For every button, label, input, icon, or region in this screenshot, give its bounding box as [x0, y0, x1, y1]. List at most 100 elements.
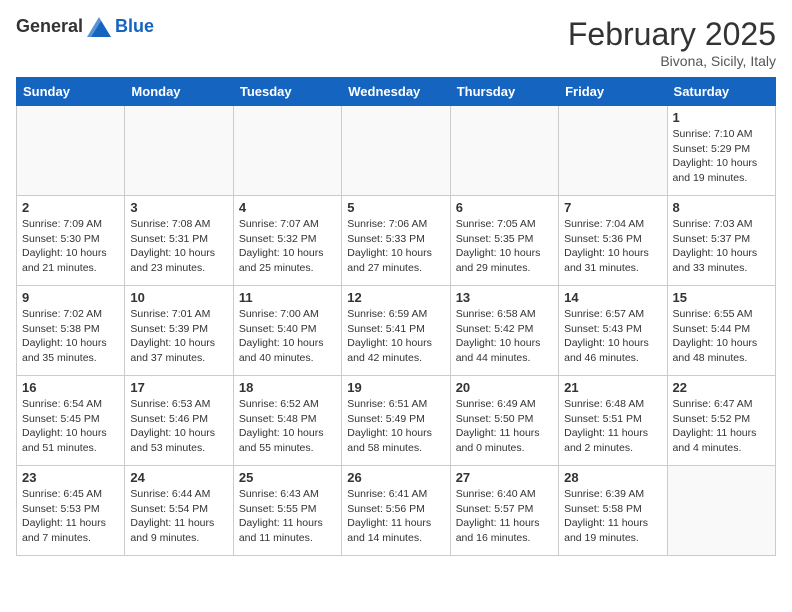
calendar-cell: 9 Sunrise: 7:02 AMSunset: 5:38 PMDaylight…	[17, 286, 125, 376]
day-number: 21	[564, 380, 661, 395]
day-info: Sunrise: 6:44 AMSunset: 5:54 PMDaylight:…	[130, 487, 227, 546]
day-info: Sunrise: 6:45 AMSunset: 5:53 PMDaylight:…	[22, 487, 119, 546]
week-row-3: 9 Sunrise: 7:02 AMSunset: 5:38 PMDaylight…	[17, 286, 776, 376]
logo: General Blue	[16, 16, 154, 37]
day-number: 27	[456, 470, 553, 485]
day-number: 14	[564, 290, 661, 305]
week-row-4: 16 Sunrise: 6:54 AMSunset: 5:45 PMDayligh…	[17, 376, 776, 466]
day-number: 24	[130, 470, 227, 485]
calendar-cell	[125, 106, 233, 196]
day-info: Sunrise: 7:01 AMSunset: 5:39 PMDaylight:…	[130, 307, 227, 366]
calendar-cell: 17 Sunrise: 6:53 AMSunset: 5:46 PMDayligh…	[125, 376, 233, 466]
calendar-cell: 13 Sunrise: 6:58 AMSunset: 5:42 PMDayligh…	[450, 286, 558, 376]
day-number: 1	[673, 110, 770, 125]
day-info: Sunrise: 7:05 AMSunset: 5:35 PMDaylight:…	[456, 217, 553, 276]
calendar-cell: 18Sunrise: 6:52 AMSunset: 5:48 PMDayligh…	[233, 376, 341, 466]
calendar-cell: 12Sunrise: 6:59 AMSunset: 5:41 PMDayligh…	[342, 286, 450, 376]
day-info: Sunrise: 6:53 AMSunset: 5:46 PMDaylight:…	[130, 397, 227, 456]
day-info: Sunrise: 6:51 AMSunset: 5:49 PMDaylight:…	[347, 397, 444, 456]
header-row: SundayMondayTuesdayWednesdayThursdayFrid…	[17, 78, 776, 106]
calendar-cell: 3 Sunrise: 7:08 AMSunset: 5:31 PMDaylight…	[125, 196, 233, 286]
day-number: 7	[564, 200, 661, 215]
day-info: Sunrise: 6:43 AMSunset: 5:55 PMDaylight:…	[239, 487, 336, 546]
calendar-cell: 2 Sunrise: 7:09 AMSunset: 5:30 PMDaylight…	[17, 196, 125, 286]
day-number: 13	[456, 290, 553, 305]
day-info: Sunrise: 7:04 AMSunset: 5:36 PMDaylight:…	[564, 217, 661, 276]
column-header-saturday: Saturday	[667, 78, 775, 106]
day-number: 19	[347, 380, 444, 395]
day-number: 11	[239, 290, 336, 305]
day-number: 3	[130, 200, 227, 215]
day-number: 10	[130, 290, 227, 305]
calendar-cell: 7 Sunrise: 7:04 AMSunset: 5:36 PMDaylight…	[559, 196, 667, 286]
day-info: Sunrise: 6:59 AMSunset: 5:41 PMDaylight:…	[347, 307, 444, 366]
column-header-thursday: Thursday	[450, 78, 558, 106]
day-number: 22	[673, 380, 770, 395]
day-number: 26	[347, 470, 444, 485]
day-number: 28	[564, 470, 661, 485]
calendar-cell: 27Sunrise: 6:40 AMSunset: 5:57 PMDayligh…	[450, 466, 558, 556]
calendar-cell: 22 Sunrise: 6:47 AMSunset: 5:52 PMDayligh…	[667, 376, 775, 466]
week-row-2: 2 Sunrise: 7:09 AMSunset: 5:30 PMDaylight…	[17, 196, 776, 286]
calendar-cell: 15Sunrise: 6:55 AMSunset: 5:44 PMDayligh…	[667, 286, 775, 376]
day-number: 25	[239, 470, 336, 485]
calendar-cell: 1 Sunrise: 7:10 AMSunset: 5:29 PMDaylight…	[667, 106, 775, 196]
calendar-cell: 10 Sunrise: 7:01 AMSunset: 5:39 PMDayligh…	[125, 286, 233, 376]
logo-icon	[87, 17, 111, 37]
day-number: 4	[239, 200, 336, 215]
calendar-cell	[559, 106, 667, 196]
day-info: Sunrise: 7:09 AMSunset: 5:30 PMDaylight:…	[22, 217, 119, 276]
day-info: Sunrise: 6:39 AMSunset: 5:58 PMDaylight:…	[564, 487, 661, 546]
day-info: Sunrise: 6:47 AMSunset: 5:52 PMDaylight:…	[673, 397, 770, 456]
week-row-5: 23 Sunrise: 6:45 AMSunset: 5:53 PMDayligh…	[17, 466, 776, 556]
day-info: Sunrise: 6:54 AMSunset: 5:45 PMDaylight:…	[22, 397, 119, 456]
day-info: Sunrise: 7:06 AMSunset: 5:33 PMDaylight:…	[347, 217, 444, 276]
column-header-friday: Friday	[559, 78, 667, 106]
page-header: General Blue February 2025 Bivona, Sicil…	[16, 16, 776, 69]
calendar-cell: 20Sunrise: 6:49 AMSunset: 5:50 PMDayligh…	[450, 376, 558, 466]
day-info: Sunrise: 7:03 AMSunset: 5:37 PMDaylight:…	[673, 217, 770, 276]
calendar-cell: 6 Sunrise: 7:05 AMSunset: 5:35 PMDaylight…	[450, 196, 558, 286]
day-info: Sunrise: 7:02 AMSunset: 5:38 PMDaylight:…	[22, 307, 119, 366]
day-number: 6	[456, 200, 553, 215]
day-number: 2	[22, 200, 119, 215]
calendar-cell: 23 Sunrise: 6:45 AMSunset: 5:53 PMDayligh…	[17, 466, 125, 556]
day-info: Sunrise: 6:49 AMSunset: 5:50 PMDaylight:…	[456, 397, 553, 456]
calendar-cell	[667, 466, 775, 556]
column-header-monday: Monday	[125, 78, 233, 106]
location: Bivona, Sicily, Italy	[568, 53, 776, 69]
logo-blue: Blue	[115, 16, 154, 37]
day-info: Sunrise: 7:07 AMSunset: 5:32 PMDaylight:…	[239, 217, 336, 276]
day-info: Sunrise: 6:41 AMSunset: 5:56 PMDaylight:…	[347, 487, 444, 546]
calendar-cell: 14 Sunrise: 6:57 AMSunset: 5:43 PMDayligh…	[559, 286, 667, 376]
calendar-cell: 4 Sunrise: 7:07 AMSunset: 5:32 PMDaylight…	[233, 196, 341, 286]
calendar-cell: 19 Sunrise: 6:51 AMSunset: 5:49 PMDayligh…	[342, 376, 450, 466]
calendar-cell	[233, 106, 341, 196]
calendar-cell	[342, 106, 450, 196]
calendar-cell: 16 Sunrise: 6:54 AMSunset: 5:45 PMDayligh…	[17, 376, 125, 466]
day-number: 17	[130, 380, 227, 395]
calendar-cell: 5Sunrise: 7:06 AMSunset: 5:33 PMDaylight…	[342, 196, 450, 286]
title-block: February 2025 Bivona, Sicily, Italy	[568, 16, 776, 69]
column-header-tuesday: Tuesday	[233, 78, 341, 106]
day-info: Sunrise: 6:58 AMSunset: 5:42 PMDaylight:…	[456, 307, 553, 366]
day-info: Sunrise: 7:10 AMSunset: 5:29 PMDaylight:…	[673, 127, 770, 186]
calendar: SundayMondayTuesdayWednesdayThursdayFrid…	[16, 77, 776, 556]
day-info: Sunrise: 6:48 AMSunset: 5:51 PMDaylight:…	[564, 397, 661, 456]
day-number: 9	[22, 290, 119, 305]
day-info: Sunrise: 7:08 AMSunset: 5:31 PMDaylight:…	[130, 217, 227, 276]
week-row-1: 1 Sunrise: 7:10 AMSunset: 5:29 PMDaylight…	[17, 106, 776, 196]
calendar-cell	[17, 106, 125, 196]
day-number: 23	[22, 470, 119, 485]
calendar-cell: 11Sunrise: 7:00 AMSunset: 5:40 PMDayligh…	[233, 286, 341, 376]
calendar-cell: 28 Sunrise: 6:39 AMSunset: 5:58 PMDayligh…	[559, 466, 667, 556]
calendar-cell: 21 Sunrise: 6:48 AMSunset: 5:51 PMDayligh…	[559, 376, 667, 466]
day-info: Sunrise: 6:52 AMSunset: 5:48 PMDaylight:…	[239, 397, 336, 456]
calendar-cell	[450, 106, 558, 196]
column-header-sunday: Sunday	[17, 78, 125, 106]
day-number: 16	[22, 380, 119, 395]
calendar-cell: 25 Sunrise: 6:43 AMSunset: 5:55 PMDayligh…	[233, 466, 341, 556]
logo-general: General	[16, 16, 83, 37]
calendar-cell: 8Sunrise: 7:03 AMSunset: 5:37 PMDaylight…	[667, 196, 775, 286]
day-info: Sunrise: 6:57 AMSunset: 5:43 PMDaylight:…	[564, 307, 661, 366]
